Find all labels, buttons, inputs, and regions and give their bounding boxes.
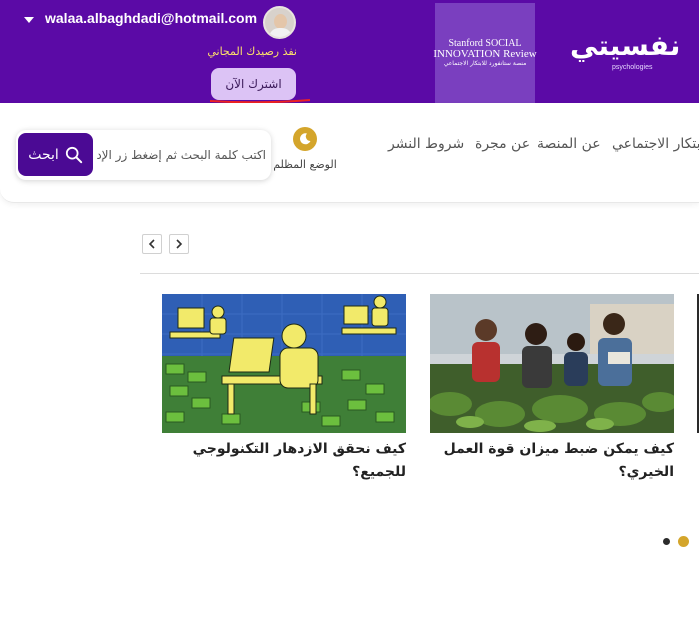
main-navbar: ابحث الوضع المظلم الابتكار الاجتماعي عن … (0, 103, 699, 203)
partner-logo-line2: INNOVATION Review (433, 47, 537, 60)
user-email[interactable]: walaa.albaghdadi@hotmail.com (25, 10, 257, 26)
site-logo-arabic: نفسيتي (570, 29, 681, 62)
search-button[interactable]: ابحث (18, 133, 93, 176)
article-image-charity[interactable] (430, 294, 674, 433)
site-logo-english: psychologies (612, 64, 653, 71)
article-title-tech[interactable]: كيف نحقق الازدهار التكنولوجي للجميع؟ (172, 438, 406, 484)
partner-logo-line1: Stanford SOCIAL (448, 37, 522, 49)
credit-status-text: نفذ رصيدك المجاني (207, 45, 297, 58)
carousel-next-button[interactable] (169, 234, 189, 254)
search-button-label: ابحث (28, 146, 59, 163)
nav-item-social-innovation[interactable]: الابتكار الاجتماعي (612, 136, 699, 152)
pagination-dot-active[interactable] (678, 536, 689, 547)
dark-mode-toggle[interactable]: الوضع المظلم (272, 127, 338, 171)
search-box: ابحث (16, 130, 271, 180)
section-divider (140, 273, 699, 274)
article-title-charity[interactable]: كيف يمكن ضبط ميزان قوة العمل الخيري؟ (440, 438, 674, 484)
subscribe-button[interactable]: اشترك الآن (211, 68, 296, 100)
site-logo[interactable]: نفسيتي psychologies (570, 29, 681, 80)
nav-item-about-platform[interactable]: عن المنصة (537, 136, 601, 152)
carousel-prev-button[interactable] (142, 234, 162, 254)
nav-item-about-majarra[interactable]: عن مجرة (475, 136, 530, 152)
top-bar: walaa.albaghdadi@hotmail.com نفذ رصيدك ا… (0, 0, 699, 104)
search-input[interactable] (96, 138, 266, 172)
nav-item-publishing-terms[interactable]: شروط النشر (388, 136, 464, 152)
chevron-right-icon (176, 239, 183, 249)
moon-icon (293, 127, 317, 151)
partner-logo[interactable]: Stanford SOCIAL INNOVATION Review منصة س… (433, 3, 537, 103)
search-icon (65, 146, 82, 163)
avatar[interactable] (263, 6, 296, 39)
partner-logo-line3: منصة ستانفورد للابتكار الاجتماعي (443, 59, 527, 67)
pagination-dot[interactable] (663, 538, 670, 545)
chevron-left-icon (148, 239, 155, 249)
article-image-tech[interactable] (162, 294, 406, 433)
dark-mode-label: الوضع المظلم (273, 158, 337, 171)
